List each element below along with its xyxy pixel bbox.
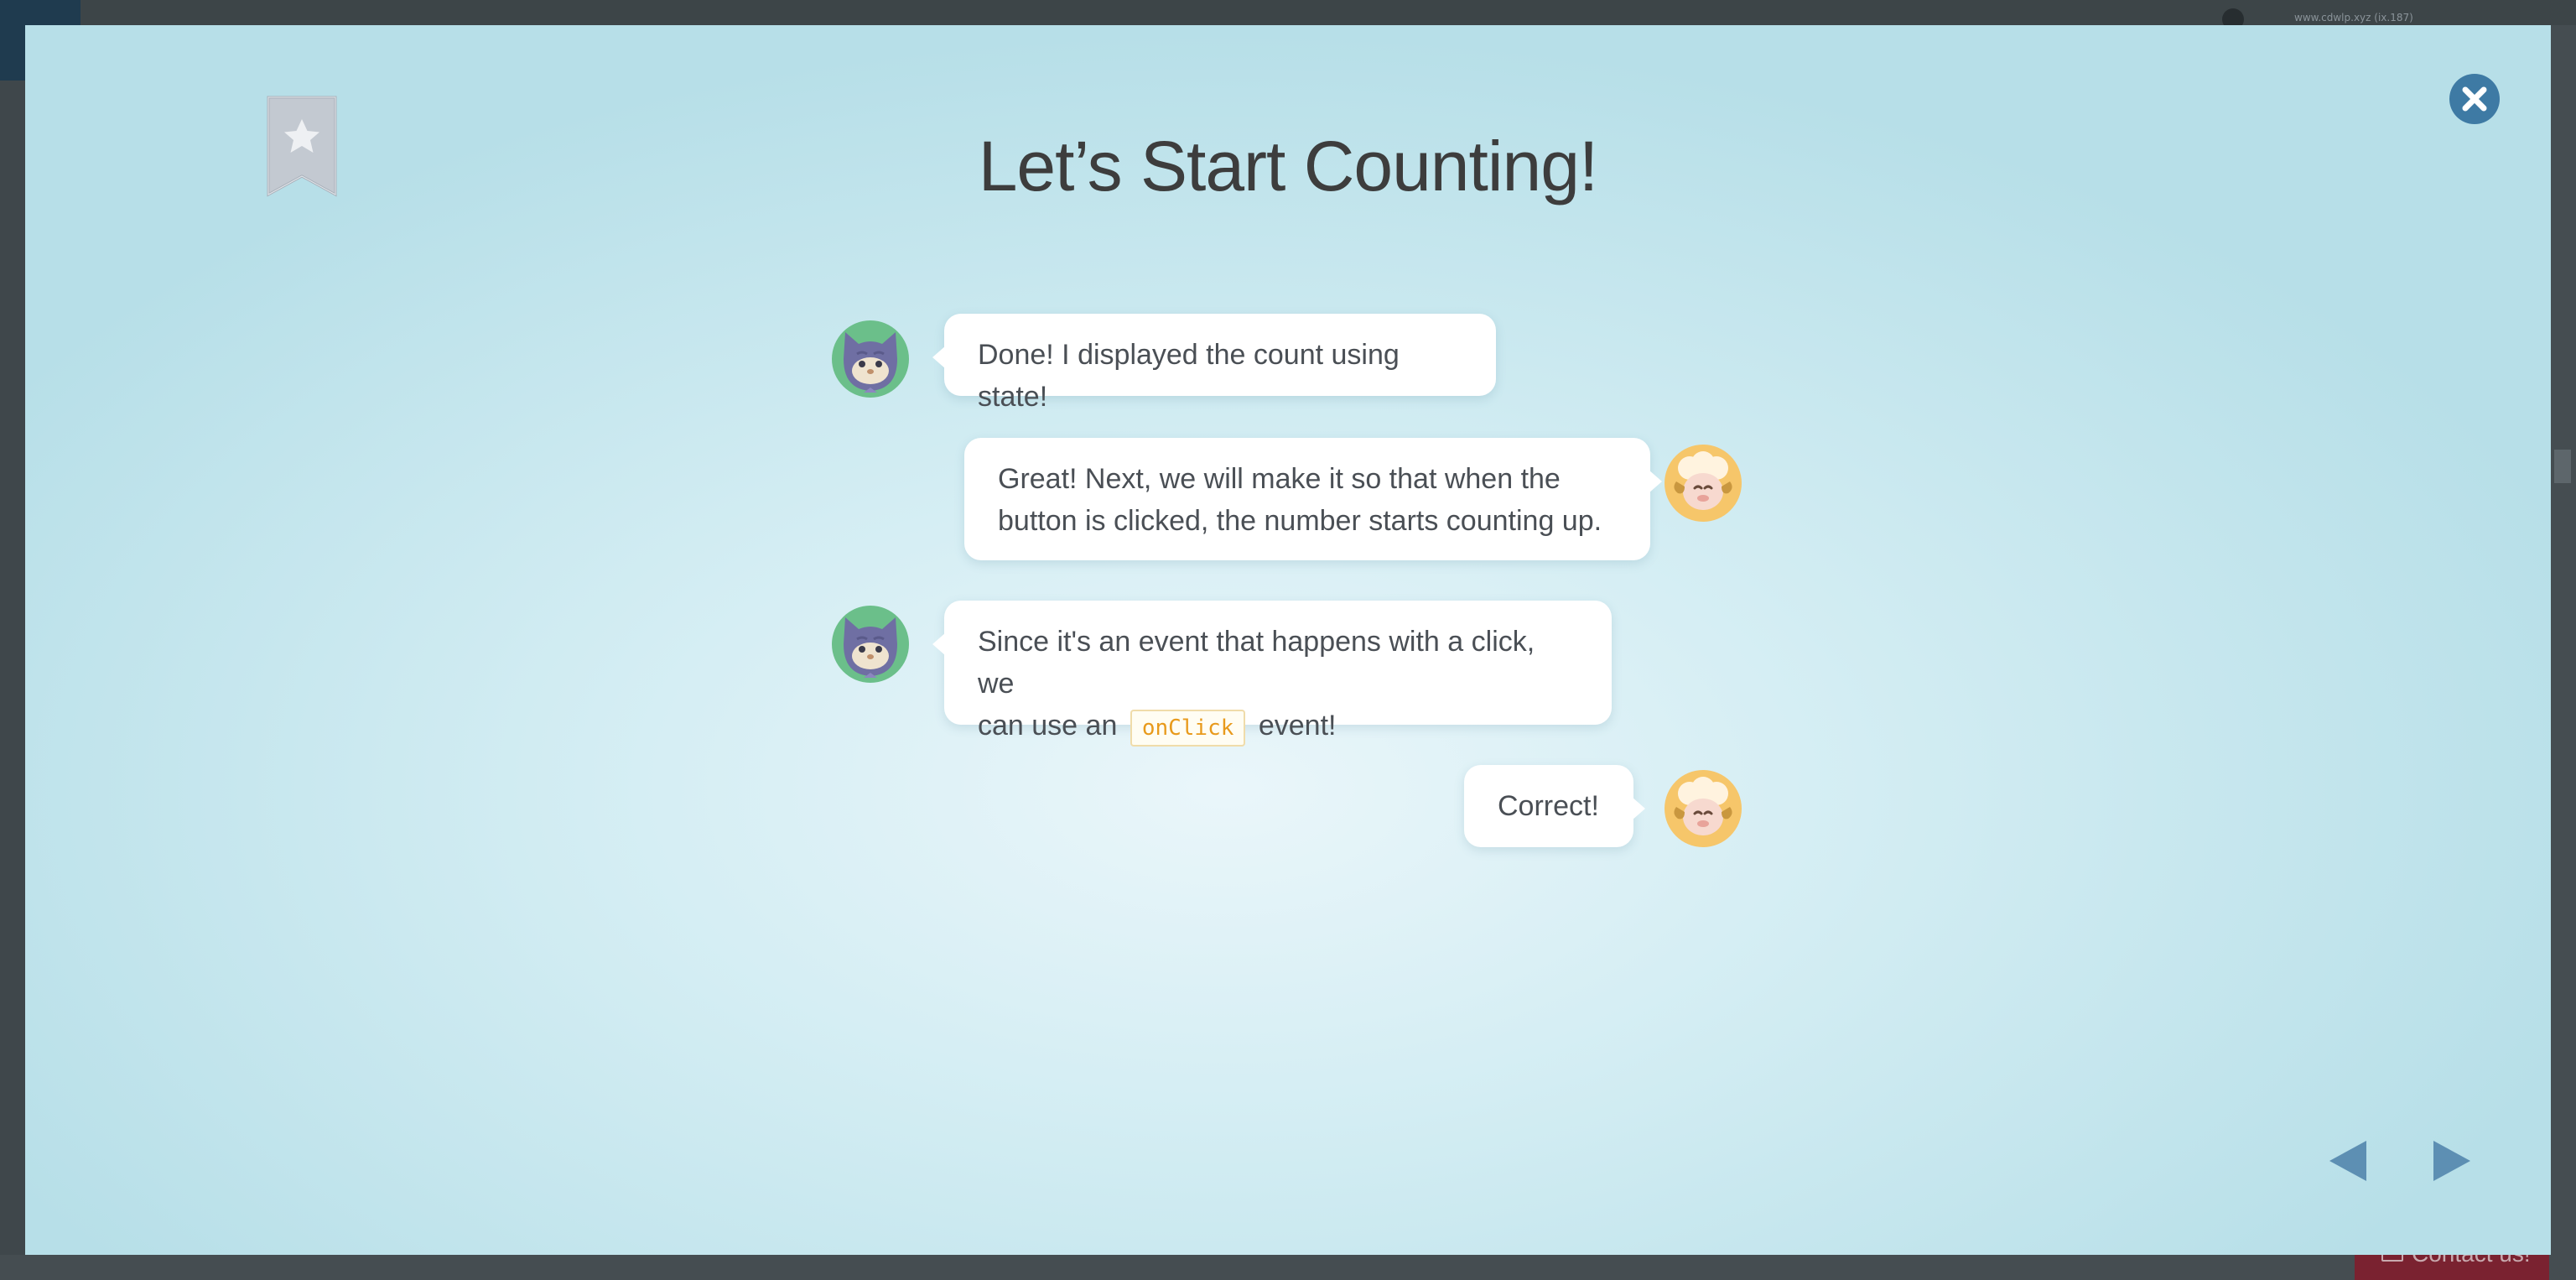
chat-bubble-sheep: Great! Next, we will make it so that whe… — [964, 438, 1662, 560]
next-button[interactable] — [2432, 1139, 2472, 1183]
sheep-avatar — [1665, 445, 1742, 522]
background-bottom-scrollbar[interactable] — [0, 1255, 2576, 1280]
message-line: can use an onClick event! — [978, 705, 1578, 747]
lesson-modal: Let’s Start Counting! Done! I displayed … — [25, 25, 2551, 1255]
background-scrollbar[interactable] — [2549, 25, 2576, 1255]
previous-button[interactable] — [2328, 1139, 2368, 1183]
close-button[interactable] — [2449, 73, 2501, 125]
background-scrollbar-thumb[interactable] — [2554, 450, 2571, 483]
message-line: Since it's an event that happens with a … — [978, 626, 1535, 700]
message-text: event! — [1258, 710, 1337, 741]
lesson-title: Let’s Start Counting! — [978, 127, 1599, 206]
message-text: Correct! — [1498, 790, 1599, 822]
message-line: button is clicked, the number starts cou… — [998, 505, 1602, 537]
cat-avatar — [832, 606, 909, 683]
background-url-text: www.cdwlp.xyz (ix.187) — [2294, 12, 2413, 23]
message-text: Done! I displayed the count using state! — [978, 339, 1400, 413]
cat-avatar — [832, 320, 909, 398]
chat-bubble-cat: Done! I displayed the count using state! — [932, 314, 1496, 413]
chat-bubble-sheep: Correct! — [1464, 765, 1645, 847]
code-snippet: onClick — [1130, 710, 1246, 747]
message-line: Great! Next, we will make it so that whe… — [998, 463, 1561, 495]
message-text: can use an — [978, 710, 1118, 741]
chat-bubble-cat: Since it's an event that happens with a … — [932, 601, 1612, 747]
background-topbar — [0, 0, 2576, 25]
sheep-avatar — [1665, 770, 1742, 847]
